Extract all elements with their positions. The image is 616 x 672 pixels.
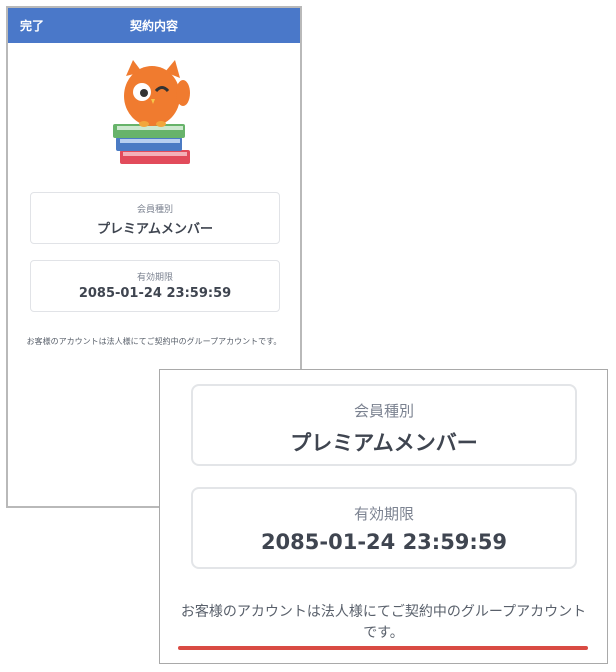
page-title: 契約内容 [129, 19, 178, 33]
zoom-expiration-value: 2085-01-24 23:59:59 [260, 530, 508, 554]
zoomed-detail-panel: 会員種別 プレミアムメンバー 有効期限 2085-01-24 23:59:59 … [159, 369, 608, 664]
expiration-card: 有効期限 2085-01-24 23:59:59 [30, 260, 280, 312]
member-type-label: 会員種別 [136, 205, 173, 215]
navigation-bar: 完了 契約内容 [8, 8, 300, 43]
member-type-card: 会員種別 プレミアムメンバー [30, 192, 280, 244]
zoom-expiration-card: 有効期限 2085-01-24 23:59:59 [191, 487, 577, 569]
member-type-value: プレミアムメンバー [96, 222, 214, 237]
zoom-account-notice: お客様のアカウントは法人様にてご契約中のグループアカウントです。 [180, 604, 587, 641]
expiration-label: 有効期限 [136, 273, 173, 283]
zoom-member-type-label: 会員種別 [353, 402, 414, 420]
zoom-member-type-card: 会員種別 プレミアムメンバー [191, 384, 577, 466]
zoom-member-type-value: プレミアムメンバー [290, 431, 478, 455]
highlight-underline [178, 646, 588, 650]
owl-mascot-icon [113, 60, 190, 164]
zoom-expiration-label: 有効期限 [353, 505, 414, 523]
account-notice: お客様のアカウントは法人様にてご契約中のグループアカウントです。 [26, 337, 282, 346]
expiration-value: 2085-01-24 23:59:59 [78, 286, 232, 301]
